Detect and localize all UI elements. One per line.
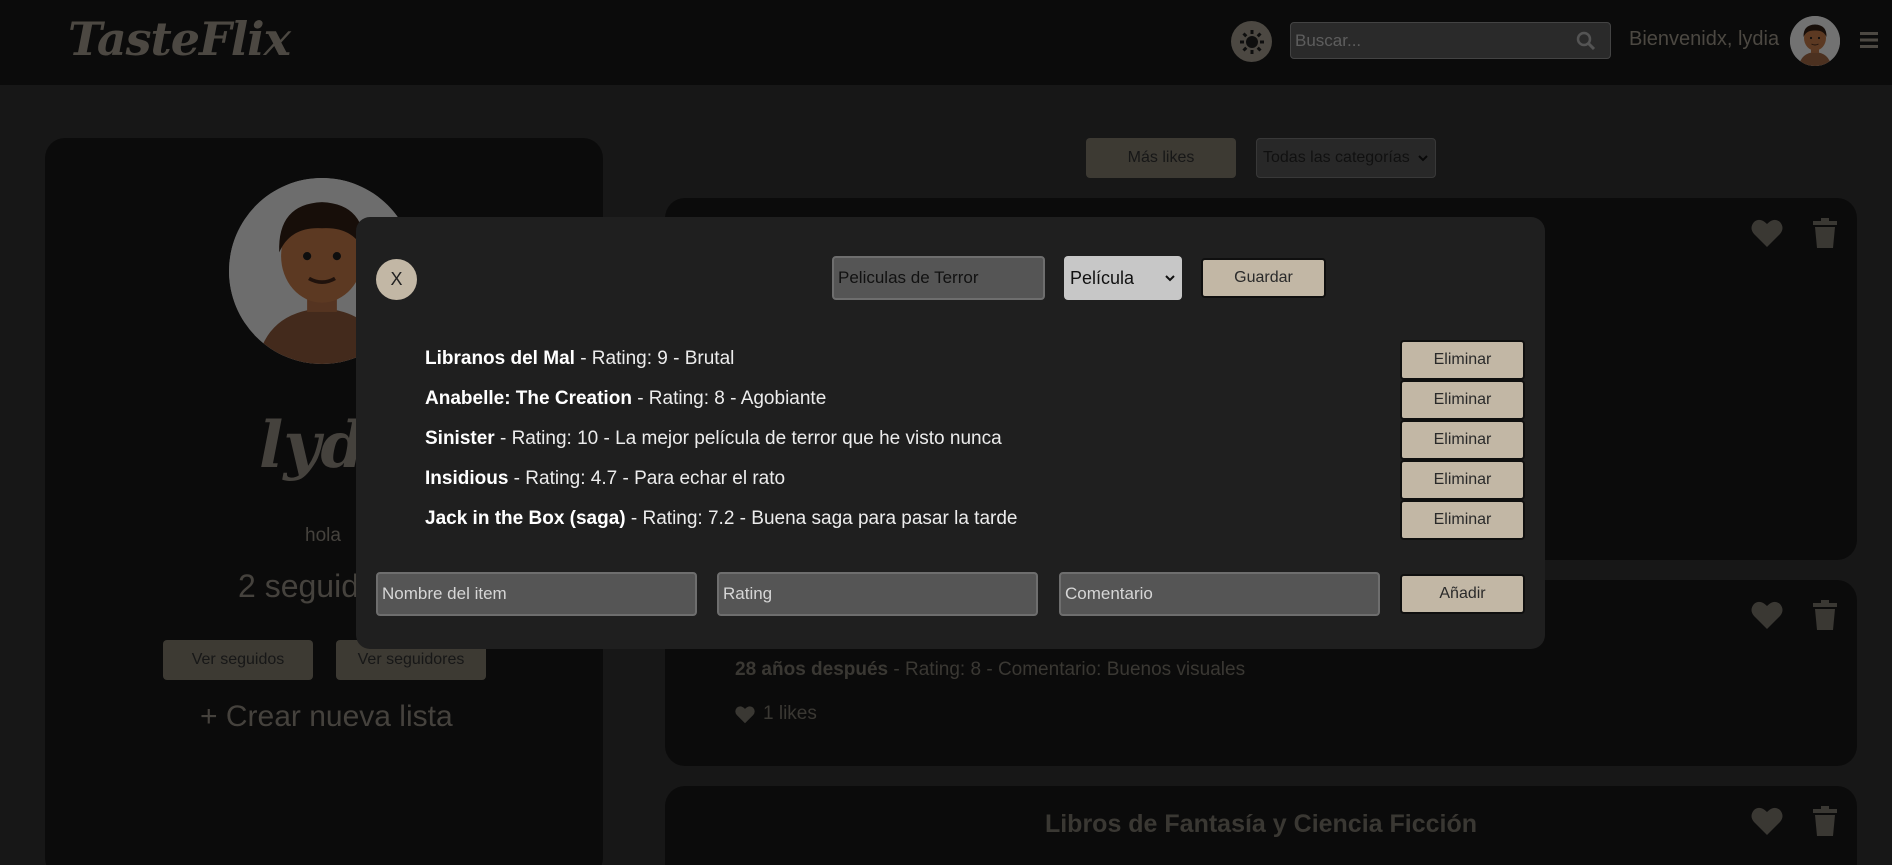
item-details: - Rating: 9 - Brutal bbox=[574, 348, 735, 369]
delete-item-button[interactable]: Eliminar bbox=[1400, 340, 1525, 380]
list-name-input[interactable] bbox=[832, 256, 1045, 300]
list-type-select[interactable]: Película bbox=[1064, 256, 1182, 300]
modal-list-item: Insidious - Rating: 4.7 - Para echar el … bbox=[425, 468, 785, 490]
item-details: - Rating: 8 - Agobiante bbox=[631, 388, 827, 409]
delete-item-button[interactable]: Eliminar bbox=[1400, 380, 1525, 420]
item-details: - Rating: 10 - La mejor película de terr… bbox=[494, 428, 1002, 449]
save-button[interactable]: Guardar bbox=[1201, 258, 1326, 298]
close-button[interactable]: X bbox=[376, 259, 417, 300]
new-item-name-input[interactable] bbox=[376, 572, 697, 616]
delete-item-button[interactable]: Eliminar bbox=[1400, 500, 1525, 540]
delete-item-button[interactable]: Eliminar bbox=[1400, 460, 1525, 500]
item-name: Insidious bbox=[425, 468, 509, 489]
modal-list-item: Sinister - Rating: 10 - La mejor películ… bbox=[425, 428, 1002, 450]
item-details: - Rating: 4.7 - Para echar el rato bbox=[508, 468, 786, 489]
add-item-button[interactable]: Añadir bbox=[1400, 574, 1525, 614]
edit-list-modal: X Película Guardar Libranos del Mal - Ra… bbox=[356, 217, 1545, 649]
delete-item-button[interactable]: Eliminar bbox=[1400, 420, 1525, 460]
modal-list-item: Anabelle: The Creation - Rating: 8 - Ago… bbox=[425, 388, 826, 410]
item-name: Jack in the Box (saga) bbox=[425, 508, 626, 529]
chevron-down-icon bbox=[1165, 275, 1175, 282]
item-name: Sinister bbox=[425, 428, 495, 449]
modal-list-item: Jack in the Box (saga) - Rating: 7.2 - B… bbox=[425, 508, 1017, 530]
modal-list-item: Libranos del Mal - Rating: 9 - Brutal bbox=[425, 348, 734, 370]
item-name: Anabelle: The Creation bbox=[425, 388, 632, 409]
new-item-rating-input[interactable] bbox=[717, 572, 1038, 616]
list-type-value: Película bbox=[1070, 267, 1135, 288]
new-item-comment-input[interactable] bbox=[1059, 572, 1380, 616]
item-name: Libranos del Mal bbox=[425, 348, 575, 369]
item-details: - Rating: 7.2 - Buena saga para pasar la… bbox=[625, 508, 1018, 529]
